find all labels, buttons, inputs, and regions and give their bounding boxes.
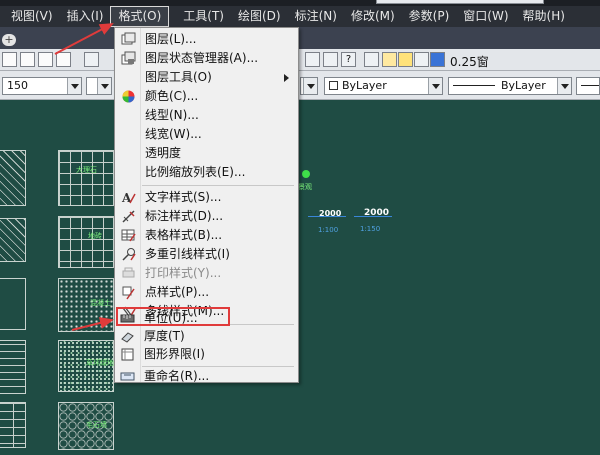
annotation-arrows (54, 23, 114, 331)
arrow-to-format-menu (54, 23, 114, 55)
arrow-to-units (71, 317, 114, 331)
